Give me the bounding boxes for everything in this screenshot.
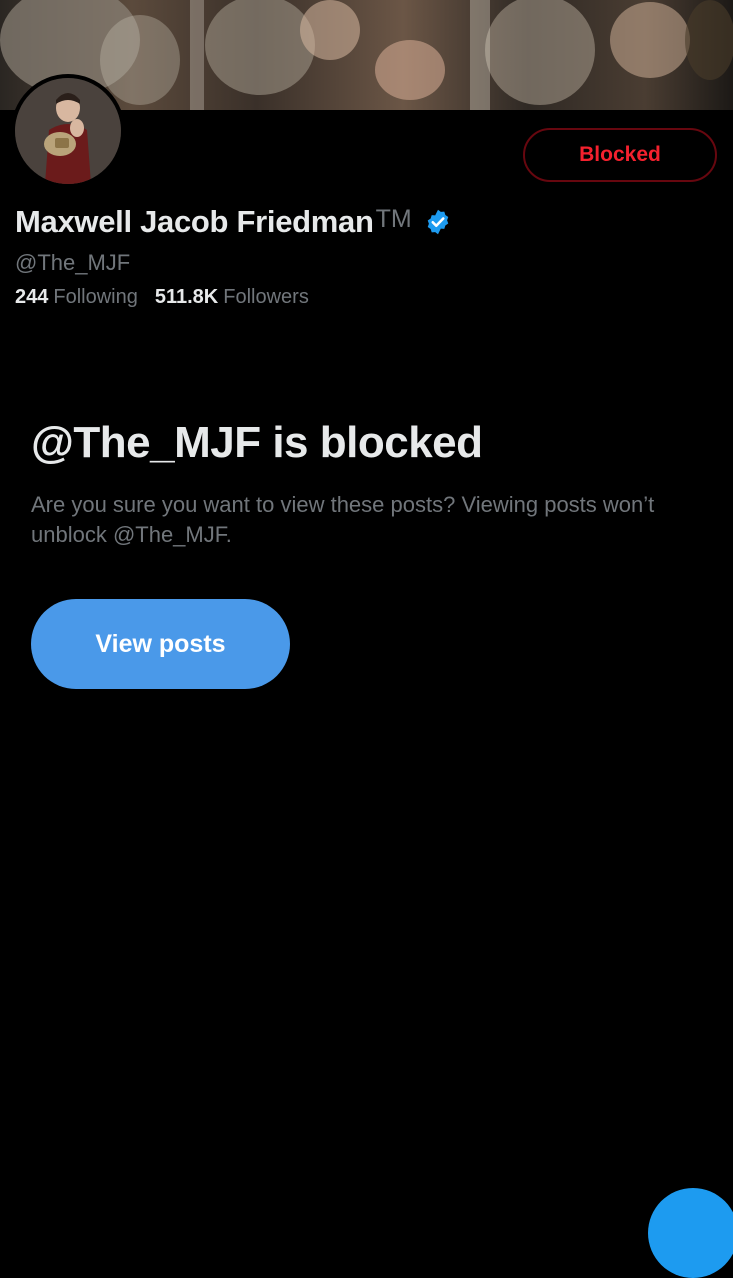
compose-fab-button[interactable] — [648, 1188, 733, 1278]
followers-count: 511.8K — [154, 286, 219, 308]
view-posts-button[interactable]: View posts — [31, 599, 290, 689]
following-stat[interactable]: 244 Following — [15, 286, 138, 309]
profile-name-row: Maxwell Jacob Friedman TM — [15, 200, 452, 244]
profile-handle: @The_MJF — [15, 250, 131, 275]
blocked-button[interactable]: Blocked — [523, 128, 717, 182]
followers-stat[interactable]: 511.8K Followers — [155, 286, 309, 309]
verified-badge-icon[interactable] — [424, 208, 452, 236]
blocked-description: Are you sure you want to view these post… — [31, 492, 655, 547]
following-count: 244 — [15, 286, 49, 308]
following-label: Following — [53, 286, 138, 308]
avatar-image — [15, 78, 121, 184]
blocked-title: @The_MJF is blocked — [31, 418, 483, 467]
trademark-symbol: TM — [375, 204, 412, 233]
profile-avatar[interactable] — [11, 74, 125, 188]
followers-label: Followers — [223, 286, 309, 308]
display-name: Maxwell Jacob Friedman — [15, 204, 374, 239]
profile-stats: 244 Following 511.8K Followers — [15, 286, 309, 309]
